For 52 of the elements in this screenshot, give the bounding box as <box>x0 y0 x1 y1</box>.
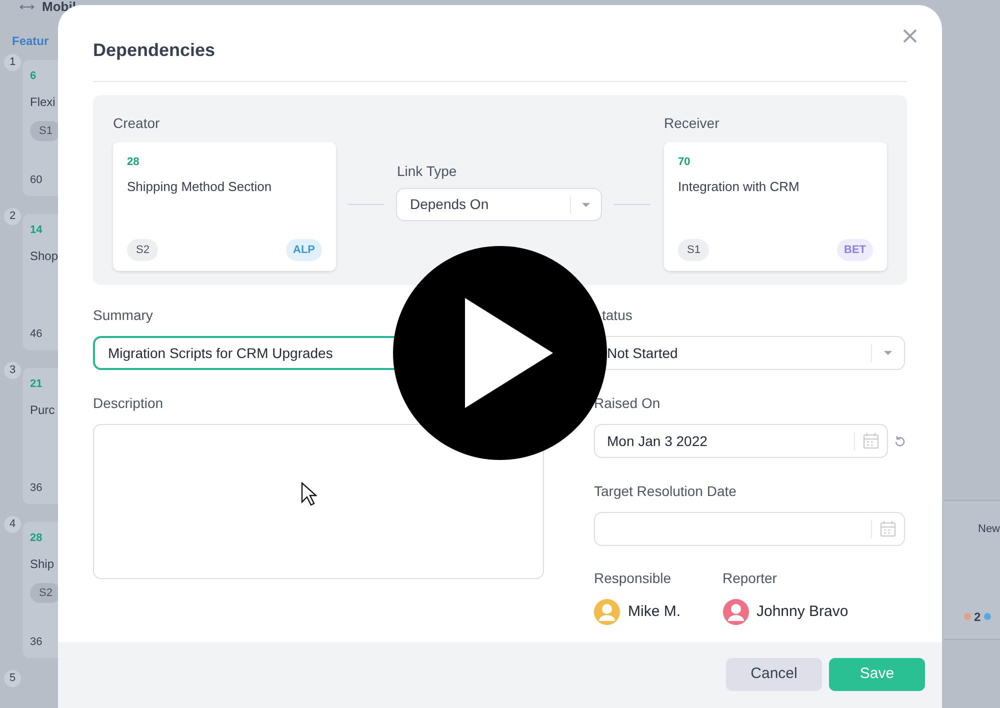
card-id: 6 <box>30 69 38 84</box>
field-label: Description <box>93 394 164 413</box>
field-label: Reporter <box>722 569 777 588</box>
card-title: Shop <box>30 248 60 264</box>
cursor-icon <box>301 482 317 506</box>
card-points: 36 <box>30 634 44 650</box>
card-tag: S2 <box>127 238 158 261</box>
date-field[interactable]: Mon Jan 3 2022 <box>594 424 888 458</box>
close-icon[interactable] <box>903 29 917 43</box>
stage-badge: BET <box>837 238 873 261</box>
card-id: 28 <box>127 155 140 170</box>
section-label: Creator <box>113 114 161 133</box>
card-tag: S1 <box>678 238 710 261</box>
card-id: 14 <box>30 223 44 238</box>
arrows-icon <box>20 4 34 10</box>
card-id: 70 <box>678 155 692 170</box>
person-name: Johnny Bravo <box>756 602 848 622</box>
lane-number: 4 <box>4 516 21 533</box>
card-points: 46 <box>30 326 44 342</box>
field-label: Target Resolution Date <box>594 482 736 501</box>
feature-card[interactable]: 70 Integration with CRM S1 BET <box>664 142 887 271</box>
field-label: Link Type <box>396 162 458 181</box>
link-type-select[interactable]: Depends On <box>396 188 602 221</box>
section-label: Receiver <box>664 114 720 133</box>
card-title: Purc <box>30 402 56 418</box>
field-label: Summary <box>93 306 153 325</box>
card-title: Integration with CRM <box>678 178 800 196</box>
lane-number: 3 <box>4 362 21 379</box>
card-id: 28 <box>30 531 44 546</box>
field-label: Responsible <box>594 569 672 588</box>
date-field[interactable] <box>594 512 905 546</box>
lane-number: 2 <box>4 208 21 225</box>
dialog-title: Dependencies <box>93 38 216 62</box>
column-label: New <box>978 522 1000 537</box>
reset-icon[interactable] <box>894 435 905 447</box>
person-name: Mike M. <box>628 602 680 622</box>
lane-number: 5 <box>4 670 21 687</box>
card-title: Shipping Method Section <box>127 178 273 196</box>
lane-number: 1 <box>4 54 21 71</box>
cancel-button[interactable]: Cancel <box>726 658 822 691</box>
dot-count: 2 <box>974 608 981 626</box>
card-title: Flexi <box>30 94 56 110</box>
card-title: Ship <box>30 556 56 572</box>
field-label: tatus <box>601 306 632 325</box>
caret-icon <box>582 202 590 206</box>
caret-icon <box>884 351 892 355</box>
card-points: 36 <box>30 480 44 496</box>
card-points: 60 <box>30 172 44 188</box>
stage-badge: ALP <box>286 238 322 261</box>
feature-card[interactable]: 28 Shipping Method Section S2 ALP <box>113 142 336 271</box>
card-id: 21 <box>30 377 44 392</box>
field-label: Raised On <box>594 394 660 413</box>
